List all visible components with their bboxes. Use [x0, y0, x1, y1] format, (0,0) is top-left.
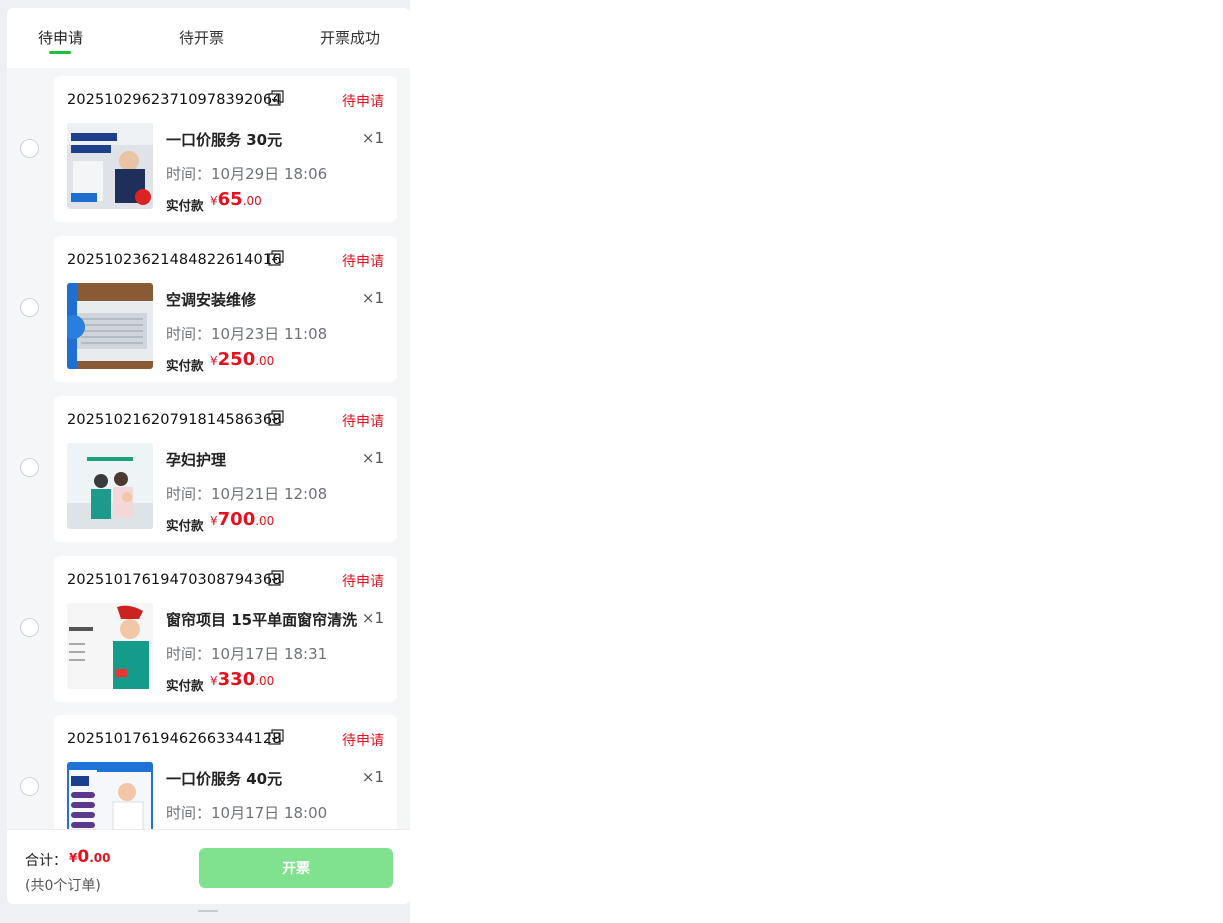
product-quantity: ×1 — [361, 609, 384, 627]
total-amount: ¥0.00 — [69, 847, 111, 867]
ac-repair-thumbnail — [67, 283, 153, 369]
paid-amount-label: 实付款 — [166, 518, 204, 533]
drag-handle[interactable] — [198, 910, 218, 912]
order-number: 20251017619470308794368 — [67, 572, 282, 588]
paid-amount-label: 实付款 — [166, 358, 204, 373]
order-status: 待申请 — [342, 733, 384, 749]
tab-pending-invoice[interactable]: 待开票 — [179, 27, 224, 48]
order-number: 20251023621484822614016 — [67, 252, 282, 268]
invoice-panel: 待申请 待开票 开票成功 20251029623710978392064 待申请 — [7, 8, 410, 904]
order-time: 时间：10月21日 12:08 — [166, 485, 328, 503]
order-number: 20251029623710978392064 — [67, 92, 282, 108]
product-quantity: ×1 — [361, 289, 384, 307]
paid-amount: ¥330.00 — [210, 669, 275, 690]
order-select-radio[interactable] — [20, 139, 39, 158]
order-select-radio[interactable] — [20, 618, 39, 637]
order-status: 待申请 — [342, 414, 384, 430]
paid-amount-label: 实付款 — [166, 198, 204, 213]
product-quantity: ×1 — [361, 449, 384, 467]
copy-icon[interactable] — [268, 90, 284, 106]
copy-icon[interactable] — [268, 410, 284, 426]
copy-icon[interactable] — [268, 250, 284, 266]
paid-amount: ¥65.00 — [210, 189, 262, 210]
ac-cleaning-thumbnail — [67, 123, 153, 209]
order-card[interactable]: 20251029623710978392064 待申请 一口价服务 30元 ×1… — [54, 76, 397, 222]
order-select-radio[interactable] — [20, 777, 39, 796]
order-status: 待申请 — [342, 574, 384, 590]
order-card[interactable]: 20251017619470308794368 待申请 窗帘项目 15平单面窗帘… — [54, 556, 397, 702]
invoice-button[interactable]: 开票 — [199, 848, 393, 888]
order-count: (共0个订单) — [25, 878, 101, 894]
tab-invoice-success[interactable]: 开票成功 — [320, 27, 380, 48]
order-select-radio[interactable] — [20, 298, 39, 317]
order-time: 时间：10月23日 11:08 — [166, 325, 328, 343]
order-number: 20251021620791814586368 — [67, 412, 282, 428]
product-quantity: ×1 — [361, 768, 384, 786]
order-card[interactable]: 20251021620791814586368 待申请 孕妇护理 ×1 时间：1… — [54, 396, 397, 542]
active-tab-indicator — [49, 51, 71, 54]
order-card[interactable]: 20251017619462663344128 待申请 一口价服务 40元 ×1… — [54, 715, 397, 829]
order-list[interactable]: 20251029623710978392064 待申请 一口价服务 30元 ×1… — [7, 68, 410, 829]
order-time: 时间：10月17日 18:00 — [166, 804, 328, 822]
copy-icon[interactable] — [268, 570, 284, 586]
tab-pending-application[interactable]: 待申请 — [38, 27, 83, 48]
order-card[interactable]: 20251023621484822614016 待申请 空调安装维修 ×1 时间… — [54, 236, 397, 382]
app-frame: 待申请 待开票 开票成功 20251029623710978392064 待申请 — [0, 0, 410, 923]
product-name: 孕妇护理 — [166, 451, 227, 469]
paid-amount-label: 实付款 — [166, 678, 204, 693]
bottom-bar: 合计： ¥0.00 (共0个订单) 开票 — [7, 829, 410, 904]
curtain-cleaning-thumbnail — [67, 603, 153, 689]
product-name: 一口价服务 40元 — [166, 770, 283, 788]
order-number: 20251017619462663344128 — [67, 731, 282, 747]
order-status: 待申请 — [342, 94, 384, 110]
order-status: 待申请 — [342, 254, 384, 270]
paid-amount: ¥700.00 — [210, 509, 275, 530]
product-name: 一口价服务 30元 — [166, 131, 283, 149]
tab-bar: 待申请 待开票 开票成功 — [7, 8, 410, 68]
order-time: 时间：10月29日 18:06 — [166, 165, 328, 183]
product-name: 窗帘项目 15平单面窗帘清洗 — [166, 611, 358, 629]
copy-icon[interactable] — [268, 729, 284, 745]
paid-amount: ¥250.00 — [210, 349, 275, 370]
order-time: 时间：10月17日 18:31 — [166, 645, 328, 663]
total-label: 合计： — [25, 853, 67, 869]
maternity-care-thumbnail — [67, 443, 153, 529]
home-service-thumbnail — [67, 762, 153, 829]
order-select-radio[interactable] — [20, 458, 39, 477]
product-quantity: ×1 — [361, 129, 384, 147]
product-name: 空调安装维修 — [166, 291, 257, 309]
